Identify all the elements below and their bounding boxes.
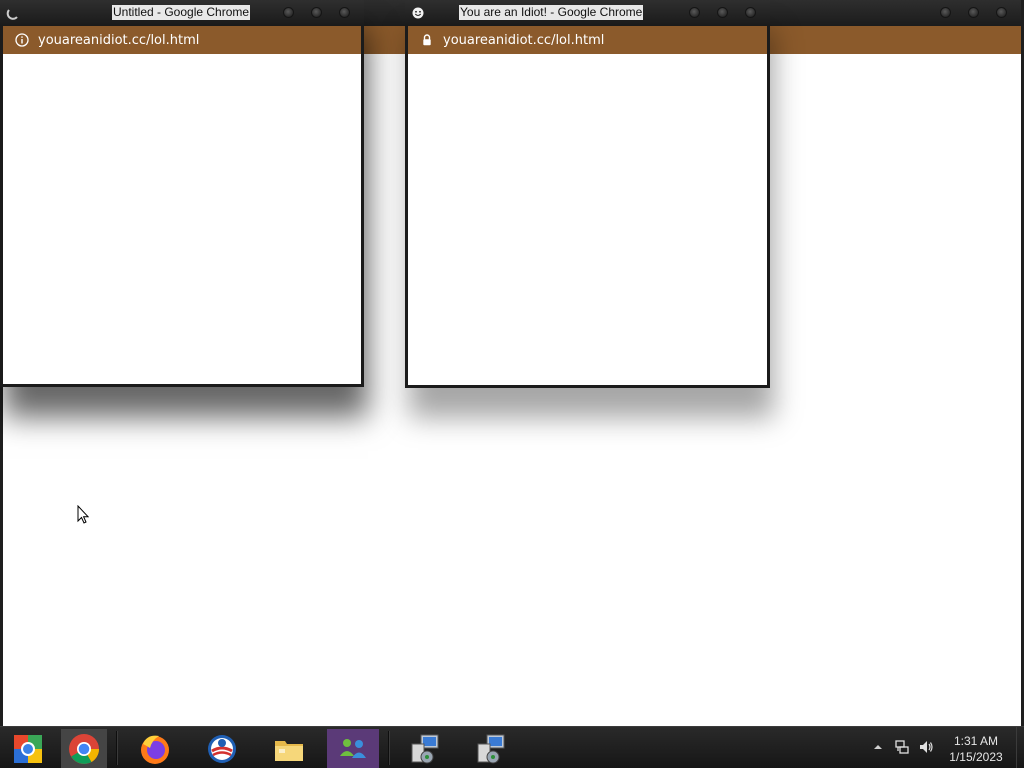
popup-window-controls (283, 7, 350, 18)
chrome-icon (69, 734, 99, 764)
info-icon[interactable] (15, 33, 29, 47)
page-content (408, 54, 767, 385)
clock-date: 1/15/2023 (949, 750, 1003, 764)
system-tray (870, 739, 934, 755)
start-orb-icon (14, 735, 42, 763)
firefox-icon (141, 735, 169, 764)
taskbar-installer-2[interactable] (468, 729, 512, 768)
popup-window-untitled: Untitled - Google Chrome youareanidiot.c… (0, 0, 364, 387)
url-text: youareanidiot.cc/lol.html (443, 32, 605, 48)
people-icon (340, 739, 366, 758)
taskbar-clock[interactable]: 1:31 AM 1/15/2023 (944, 733, 1008, 765)
taskbar-chrome[interactable] (61, 729, 107, 768)
volume-icon[interactable] (918, 739, 934, 755)
network-icon[interactable] (894, 739, 910, 755)
minimize-button[interactable] (689, 7, 700, 18)
close-button[interactable] (996, 7, 1007, 18)
page-content (3, 54, 361, 384)
popup-titlebar[interactable]: Untitled - Google Chrome (0, 0, 364, 26)
folder-icon (275, 741, 303, 761)
popup-title: Untitled - Google Chrome (112, 5, 251, 20)
background-window-controls (940, 7, 1007, 18)
popup-window-controls (689, 7, 756, 18)
loading-spinner-icon (6, 9, 18, 20)
popup-window-you-are-an-idiot: You are an Idiot! - Google Chrome youare… (405, 0, 770, 388)
installer-icon (411, 734, 439, 764)
taskbar-file-explorer[interactable] (266, 729, 312, 768)
taskbar-messenger[interactable] (327, 729, 379, 768)
taskbar-installer-1[interactable] (402, 729, 446, 768)
taskbar-separator (116, 731, 118, 765)
smiley-face-icon (412, 7, 424, 19)
lock-icon[interactable] (420, 33, 434, 47)
close-button[interactable] (745, 7, 756, 18)
close-button[interactable] (339, 7, 350, 18)
popup-titlebar[interactable]: You are an Idiot! - Google Chrome (405, 0, 770, 26)
maximize-button[interactable] (717, 7, 728, 18)
show-hidden-icons-icon[interactable] (870, 739, 886, 755)
taskbar-firefox[interactable] (133, 729, 177, 768)
minimize-button[interactable] (283, 7, 294, 18)
address-bar[interactable]: youareanidiot.cc/lol.html (408, 26, 767, 54)
taskbar-separator (388, 731, 390, 765)
installer-icon (477, 734, 505, 764)
popup-title: You are an Idiot! - Google Chrome (459, 5, 644, 20)
minimize-button[interactable] (940, 7, 951, 18)
outlook-icon (208, 735, 236, 763)
maximize-button[interactable] (311, 7, 322, 18)
url-text: youareanidiot.cc/lol.html (38, 32, 200, 48)
taskbar: 1:31 AM 1/15/2023 (0, 726, 1024, 768)
show-desktop-button[interactable] (1016, 727, 1024, 768)
maximize-button[interactable] (968, 7, 979, 18)
address-bar[interactable]: youareanidiot.cc/lol.html (3, 26, 361, 54)
mouse-cursor-icon (77, 505, 89, 524)
start-button[interactable] (6, 729, 50, 768)
clock-time: 1:31 AM (953, 734, 999, 748)
taskbar-outlook[interactable] (200, 729, 244, 768)
